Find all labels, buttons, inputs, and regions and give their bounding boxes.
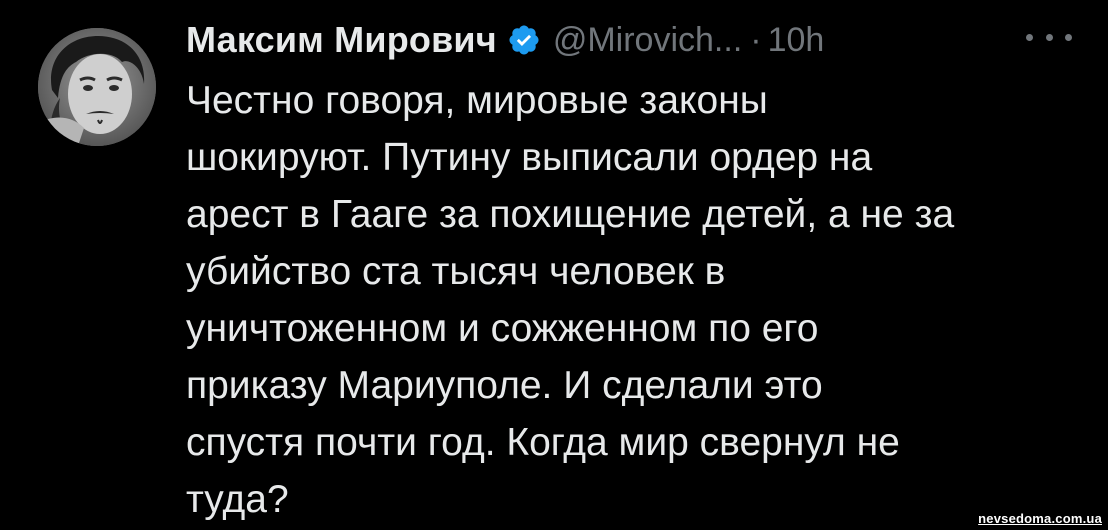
tweet-text-line: туда? xyxy=(186,478,289,521)
tweet-text-line: приказу Мариуполе. И сделали это xyxy=(186,364,823,407)
verified-badge-icon xyxy=(507,23,541,57)
tweet-text-line: шокируют. Путину выписали ордер на xyxy=(186,136,873,179)
tweet-text-line: уничтоженном и сожженном по его xyxy=(186,307,819,350)
tweet-text: Честно говоря, мировые законы шокируют. … xyxy=(186,72,1066,528)
tweet-text-line: убийство ста тысяч человек в xyxy=(186,250,726,293)
avatar-photo xyxy=(38,28,156,146)
author-display-name[interactable]: Максим Мирович xyxy=(186,19,497,61)
author-handle[interactable]: @Mirovich... xyxy=(553,21,742,60)
separator-dot: · xyxy=(750,20,762,59)
tweet-header: Максим Мирович @Mirovich... · 10h xyxy=(186,12,1086,68)
tweet-text-line: Честно говоря, мировые законы xyxy=(186,79,768,122)
watermark: nevsedoma.com.ua xyxy=(978,511,1102,526)
tweet-timestamp[interactable]: 10h xyxy=(768,21,825,60)
tweet: Максим Мирович @Mirovich... · 10h Честно… xyxy=(0,0,1108,530)
more-dot xyxy=(1065,33,1072,41)
tweet-text-line: спустя почти год. Когда мир свернул не xyxy=(186,421,900,464)
more-dot xyxy=(1026,33,1033,41)
more-dot xyxy=(1045,33,1053,41)
tweet-text-line: арест в Гааге за похищение детей, а не з… xyxy=(186,193,955,236)
more-options-icon[interactable] xyxy=(1026,22,1072,52)
avatar[interactable] xyxy=(38,28,156,146)
